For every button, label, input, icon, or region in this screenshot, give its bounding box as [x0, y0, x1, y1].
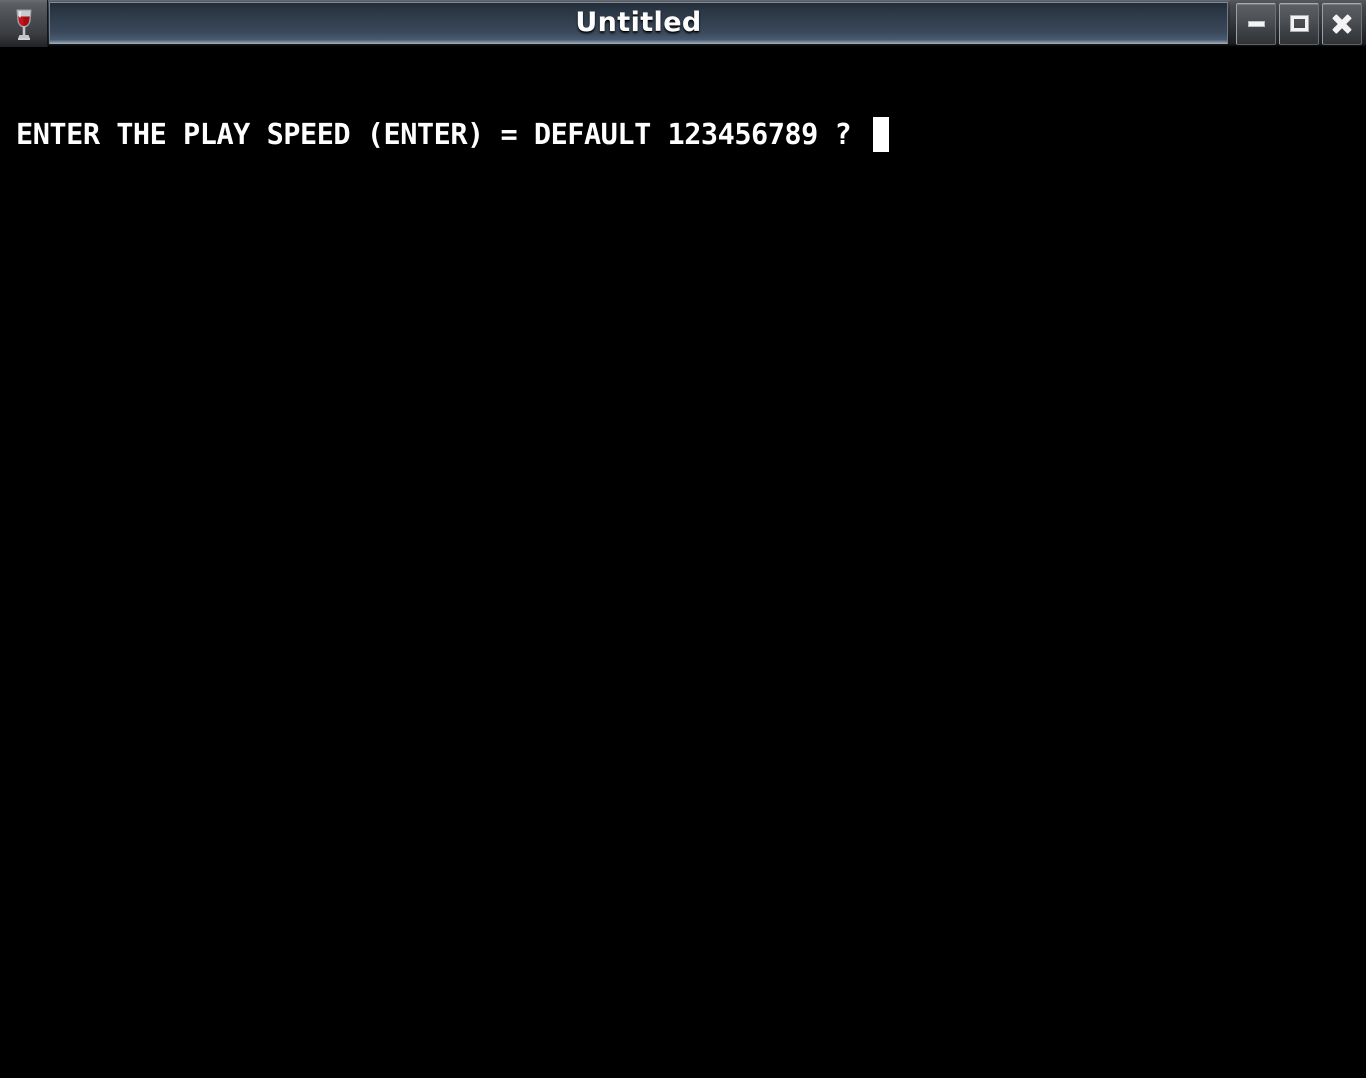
application-window: Untitled ENTER THE PLAY SPEED (ENTER) = … — [0, 0, 1366, 1078]
wine-glass-icon — [15, 9, 32, 40]
minimize-button[interactable] — [1236, 2, 1276, 45]
text-cursor — [872, 116, 889, 152]
close-button[interactable] — [1322, 2, 1362, 45]
console-prompt-text: ENTER THE PLAY SPEED (ENTER) = DEFAULT 1… — [16, 117, 852, 151]
caption-button-group — [1230, 0, 1366, 47]
console-client-area[interactable]: ENTER THE PLAY SPEED (ENTER) = DEFAULT 1… — [0, 47, 1366, 1078]
console-prompt-line: ENTER THE PLAY SPEED (ENTER) = DEFAULT 1… — [16, 116, 889, 152]
maximize-button[interactable] — [1279, 2, 1319, 45]
maximize-icon — [1290, 16, 1308, 31]
system-menu-button[interactable] — [0, 0, 48, 47]
close-icon — [1333, 15, 1351, 33]
minimize-icon — [1247, 20, 1265, 27]
title-panel: Untitled — [49, 2, 1228, 44]
window-title: Untitled — [575, 7, 702, 38]
title-bar[interactable]: Untitled — [0, 0, 1366, 47]
